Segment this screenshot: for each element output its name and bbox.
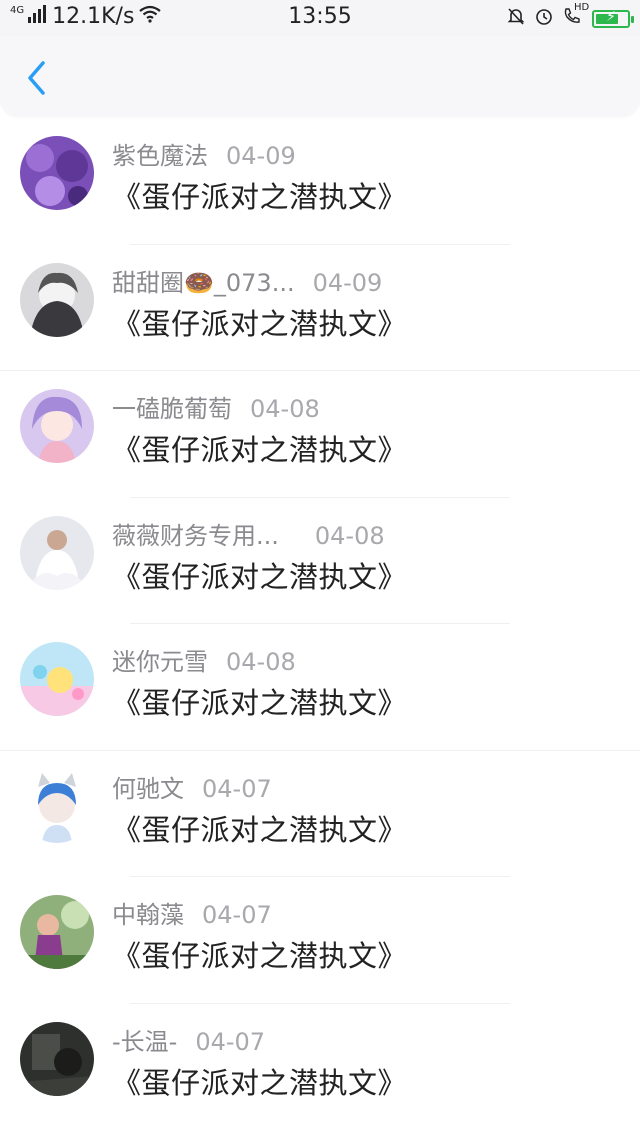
message-content: 《蛋仔派对之潜执文》 [112,559,408,594]
message-date: 04-07 [202,901,272,929]
sender-row: 一磕脆葡萄 04-08 [112,389,320,424]
avatar[interactable] [20,389,94,463]
message-content: 《蛋仔派对之潜执文》 [112,433,408,467]
chevron-left-icon [28,61,45,95]
message-date: 04-07 [195,1027,266,1056]
message-list: 紫色魔法 04-09 《蛋仔派对之潜执文》 甜甜圈🍩_073... 04-09 《蛋… [0,118,640,1130]
sender-row: 中翰藻 04-07 [112,895,272,930]
avatar[interactable] [20,136,94,210]
list-item[interactable]: 中翰藻 04-07 《蛋仔派对之潜执文》 [0,877,640,1004]
sender-name: 何驰文 [112,774,184,803]
sender-row: -长温- 04-07 [112,1022,265,1057]
sender-row: 甜甜圈🍩_073... 04-09 [112,263,382,298]
avatar[interactable] [20,515,94,590]
status-bar: 4G 12.1K/s 13:55 HD ⚡ [0,0,640,36]
sender-name: 迷你元雪 [112,648,208,676]
list-item[interactable]: 甜甜圈🍩_073... 04-09 《蛋仔派对之潜执文》 [0,245,640,371]
sender-name: 中翰藻 [112,901,184,929]
message-content: 《蛋仔派对之潜执文》 [112,306,408,341]
sender-row: 紫色魔法 04-09 [112,136,296,171]
alarm-icon [534,6,554,31]
hd-call-icon: HD [562,2,589,31]
message-content: 《蛋仔派对之潜执文》 [112,1065,408,1100]
avatar[interactable] [20,1021,94,1096]
sender-name: 薇薇财务专用... [112,521,279,550]
back-button[interactable] [18,58,54,98]
message-content: 《蛋仔派对之潜执文》 [112,939,408,973]
list-item[interactable]: 一磕脆葡萄 04-08 《蛋仔派对之潜执文》 [0,371,640,498]
message-date: 04-08 [250,395,320,423]
message-content: 《蛋仔派对之潜执文》 [112,686,408,720]
message-date: 04-09 [312,268,383,297]
avatar[interactable] [20,768,94,843]
message-date: 04-08 [226,648,296,676]
list-item[interactable]: 迷你元雪 04-08 《蛋仔派对之潜执文》 [0,624,640,751]
avatar[interactable] [20,895,94,969]
sender-name: 一磕脆葡萄 [112,395,232,423]
list-item[interactable]: 薇薇财务专用... 04-08 《蛋仔派对之潜执文》 [0,498,640,624]
hd-label: HD [574,2,590,13]
list-item[interactable]: -长温- 04-07 《蛋仔派对之潜执文》 [0,1004,640,1131]
sender-name: -长温- [112,1027,178,1056]
list-item[interactable]: 紫色魔法 04-09 《蛋仔派对之潜执文》 [0,118,640,245]
sender-row: 薇薇财务专用... 04-08 [112,516,385,551]
message-content: 《蛋仔派对之潜执文》 [112,180,408,214]
sender-name: 紫色魔法 [112,142,208,170]
avatar[interactable] [20,642,94,716]
list-item[interactable]: 何驰文 04-07 《蛋仔派对之潜执文》 [0,751,640,877]
battery-icon: ⚡ [592,9,634,28]
sender-row: 迷你元雪 04-08 [112,642,296,677]
message-date: 04-08 [314,521,385,550]
sender-row: 何驰文 04-07 [112,769,272,804]
message-date: 04-07 [202,774,272,803]
message-content: 《蛋仔派对之潜执文》 [112,812,408,847]
mute-bell-icon [506,6,526,31]
avatar[interactable] [20,262,94,337]
message-date: 04-09 [226,142,296,170]
status-right: HD ⚡ [506,2,634,31]
sender-name: 甜甜圈🍩_073... [112,268,295,297]
top-nav-bar [0,36,640,116]
